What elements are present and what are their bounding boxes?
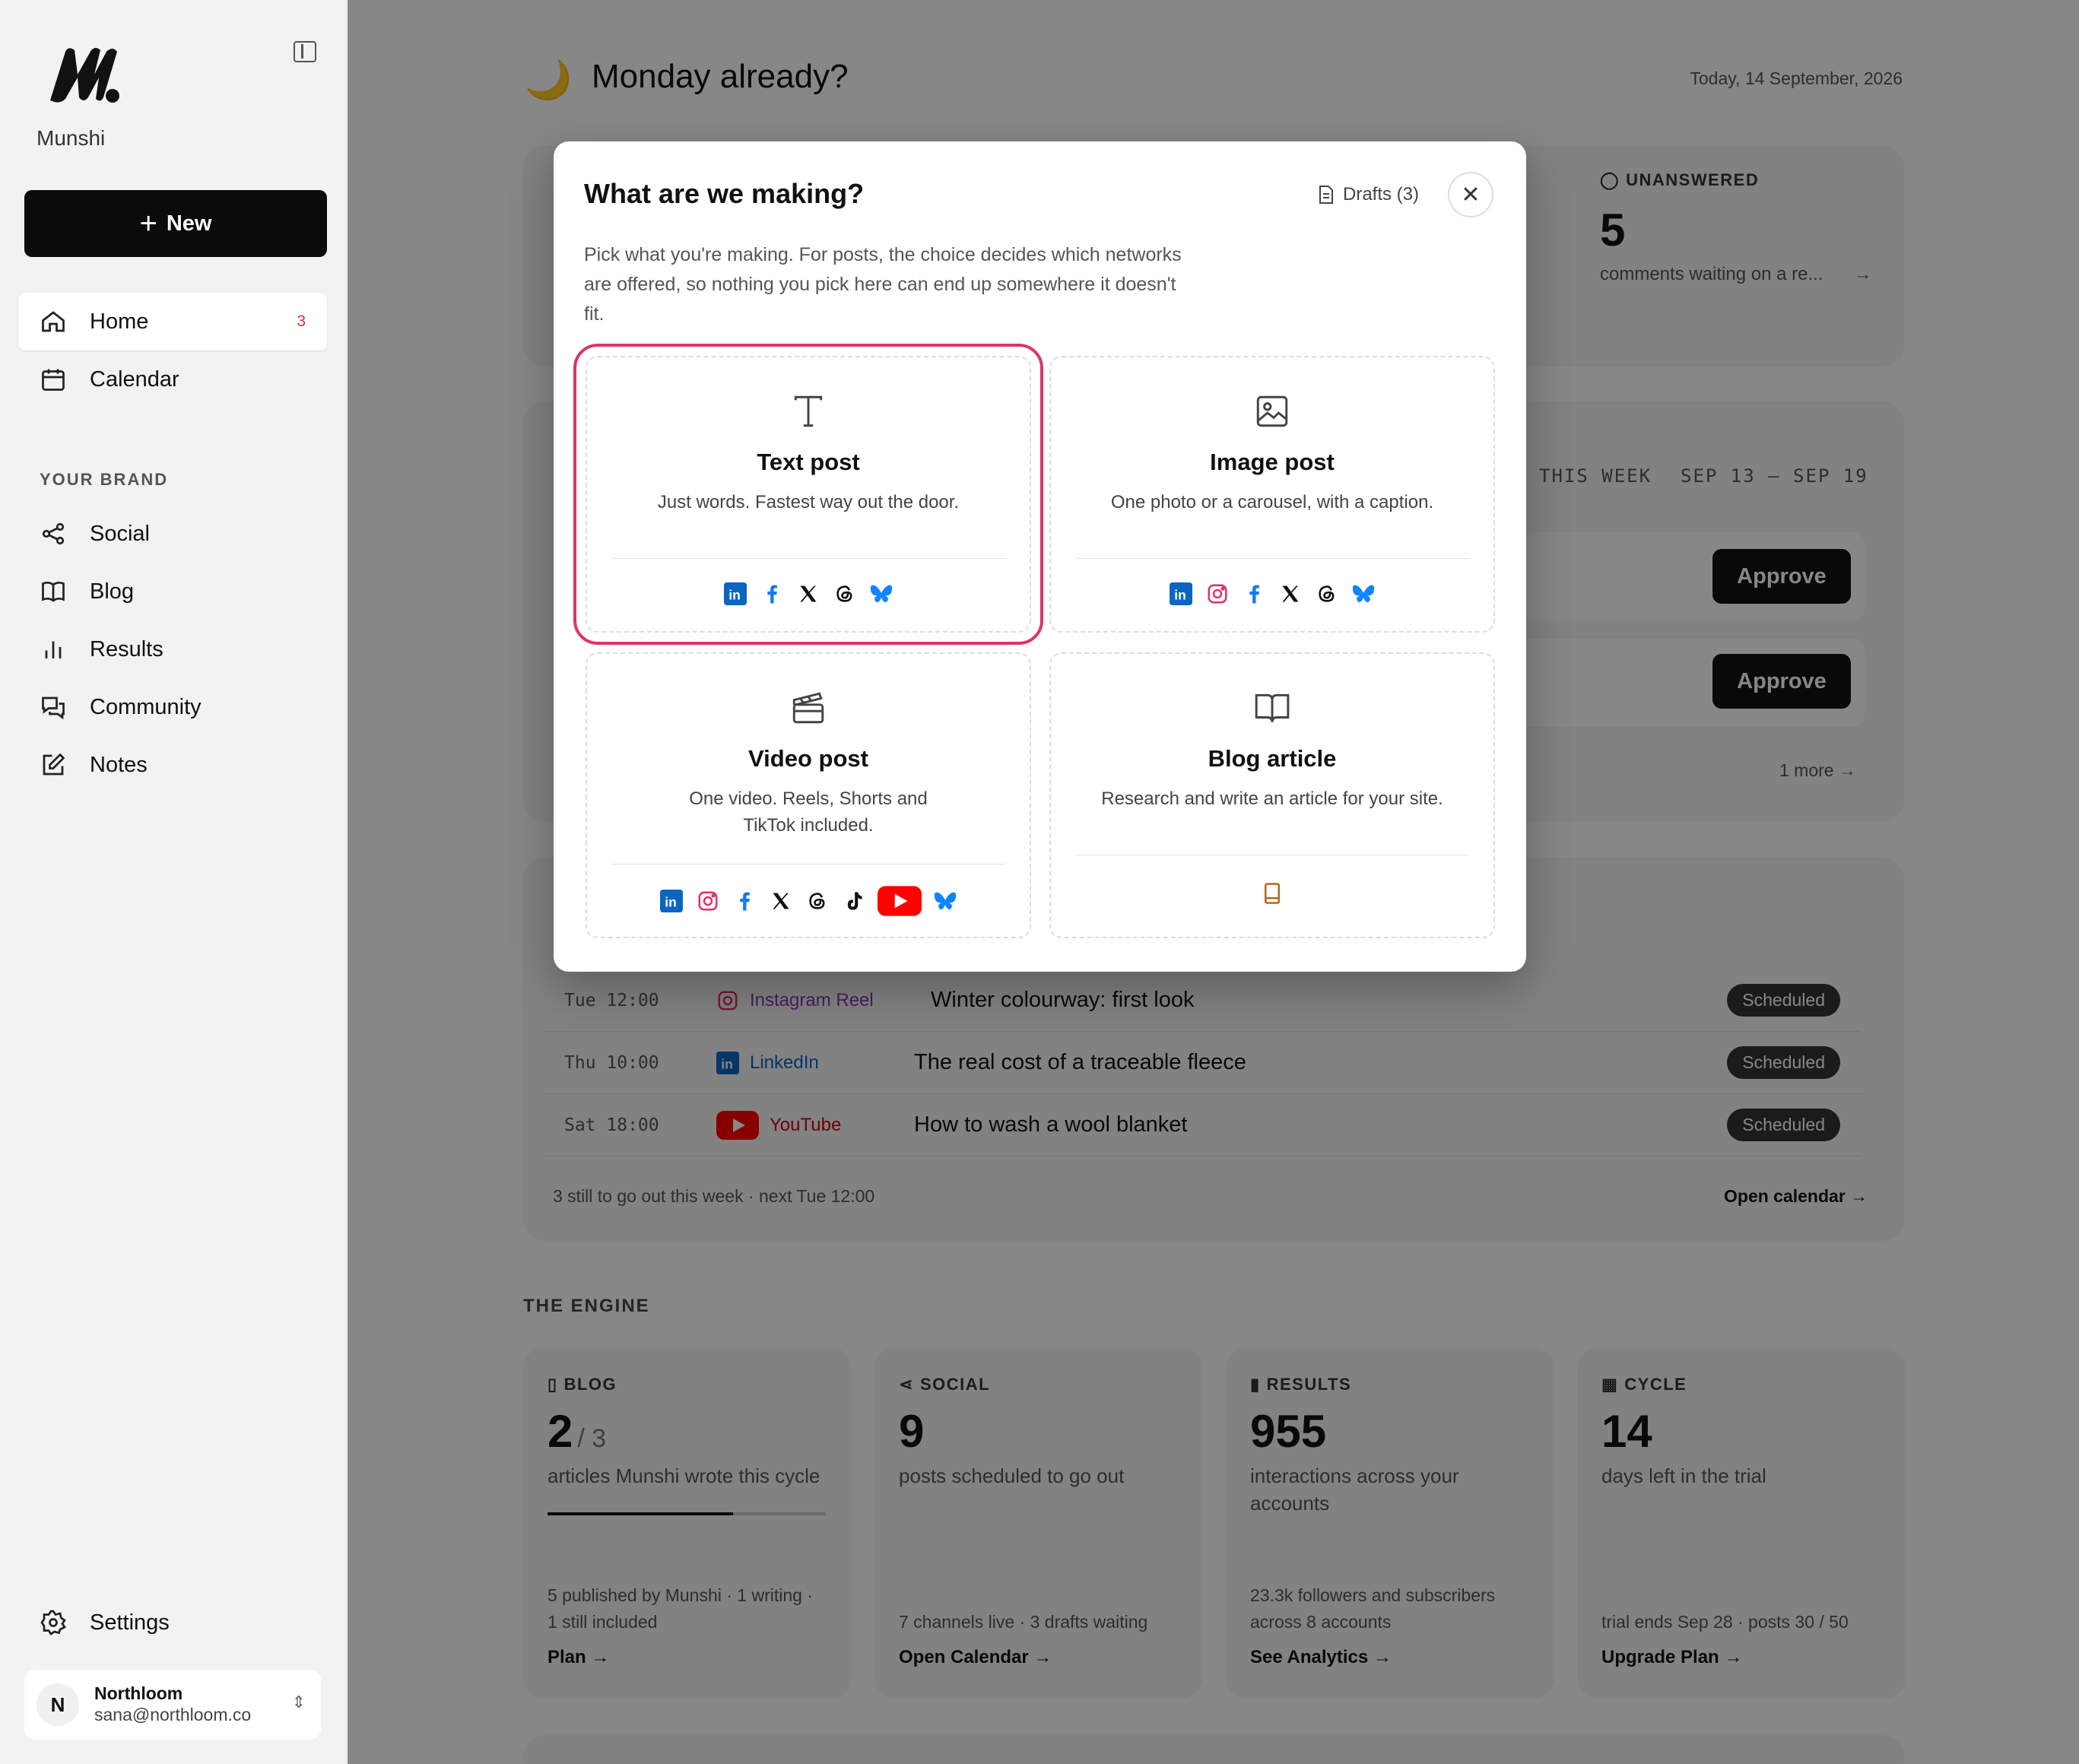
sidebar-item-notes[interactable]: Notes: [18, 736, 327, 794]
edit-icon: [43, 753, 65, 776]
linkedin-icon: in: [659, 888, 684, 914]
option-desc: One video. Reels, Shorts and TikTok incl…: [689, 788, 928, 836]
modal-description: Pick what you're making. For posts, the …: [584, 244, 1182, 325]
linkedin-icon: in: [1168, 581, 1194, 607]
image-icon: [1256, 395, 1288, 427]
svg-text:in: in: [665, 895, 677, 910]
threads-icon: [832, 581, 858, 607]
home-icon: [42, 311, 65, 332]
blog-icon: [1259, 880, 1285, 906]
home-badge: 3: [297, 313, 306, 330]
close-button[interactable]: ✕: [1448, 172, 1493, 217]
x-icon: [768, 888, 794, 914]
option-title: Image post: [1210, 449, 1335, 475]
chat-icon: [42, 696, 65, 720]
sidebar-item-label: Social: [90, 521, 150, 546]
sidebar-item-label: Results: [90, 636, 163, 662]
network-icons: [1051, 880, 1493, 906]
munshi-logo: [50, 48, 119, 103]
bluesky-icon: [932, 888, 958, 914]
instagram-icon: [695, 888, 721, 914]
clapperboard-icon: [792, 692, 824, 724]
account-switcher[interactable]: N Northloom sana@northloom.co ⇕: [24, 1670, 321, 1740]
instagram-icon: [1205, 581, 1230, 607]
app-root: Munshi + New Home 3 Calendar YOUR BRAND …: [0, 0, 2079, 1764]
plus-icon: +: [139, 207, 157, 240]
drafts-button[interactable]: Drafts (3): [1317, 184, 1419, 205]
network-icons: in: [587, 886, 1030, 916]
chevron-up-down-icon: ⇕: [291, 1693, 306, 1712]
sidebar-item-label: Settings: [90, 1610, 170, 1635]
book-icon: [42, 581, 65, 602]
brand-name: Munshi: [37, 126, 106, 150]
option-text-post[interactable]: Text post Just words. Fastest way out th…: [573, 344, 1043, 645]
sidebar-item-blog[interactable]: Blog: [18, 563, 327, 620]
option-desc: One photo or a carousel, with a caption.: [1110, 492, 1434, 512]
sidebar-item-home[interactable]: Home 3: [18, 293, 327, 351]
sidebar-item-label: Calendar: [90, 366, 179, 392]
section-label: YOUR BRAND: [40, 470, 169, 489]
document-icon: [1319, 186, 1333, 204]
divider: [1075, 558, 1469, 559]
divider: [611, 558, 1005, 559]
avatar: N: [37, 1683, 79, 1726]
divider: [611, 864, 1005, 865]
option-title: Video post: [748, 745, 868, 772]
collapse-sidebar-icon[interactable]: [294, 41, 316, 62]
bluesky-icon: [868, 581, 894, 607]
svg-text:in: in: [728, 588, 741, 603]
svg-text:in: in: [1174, 588, 1186, 603]
youtube-icon: [878, 886, 922, 916]
facebook-icon: [759, 581, 785, 607]
sidebar-item-label: Community: [90, 694, 202, 719]
bluesky-icon: [1351, 581, 1376, 607]
option-title: Text post: [757, 449, 860, 475]
text-icon: [794, 395, 823, 427]
bar-chart-icon: [45, 641, 62, 658]
new-button-label: New: [166, 211, 212, 236]
option-blog-article[interactable]: Blog article Research and write an artic…: [1049, 652, 1495, 938]
drafts-label: Drafts (3): [1343, 184, 1420, 205]
account-email: sana@northloom.co: [94, 1705, 252, 1724]
sidebar-item-community[interactable]: Community: [18, 678, 327, 736]
modal-title: What are we making?: [584, 178, 865, 209]
option-title: Blog article: [1208, 745, 1337, 772]
threads-icon: [805, 888, 830, 914]
tiktok-icon: [841, 888, 867, 914]
gear-icon: [40, 1610, 66, 1636]
share-icon: [42, 522, 65, 545]
account-name: Northloom: [94, 1683, 183, 1704]
option-video-post[interactable]: Video post One video. Reels, Shorts and …: [586, 652, 1031, 938]
sidebar-item-label: Home: [90, 309, 149, 334]
x-icon: [795, 581, 821, 607]
close-icon: ✕: [1461, 182, 1481, 208]
sidebar-item-calendar[interactable]: Calendar: [18, 351, 327, 408]
sidebar-item-label: Notes: [90, 752, 148, 777]
sidebar-item-social[interactable]: Social: [18, 505, 327, 563]
facebook-icon: [732, 888, 757, 914]
x-icon: [1278, 581, 1303, 607]
sidebar-item-results[interactable]: Results: [18, 620, 327, 678]
create-modal: What are we making? Drafts (3) ✕ Pick wh…: [554, 141, 1526, 972]
option-desc: Just words. Fastest way out the door.: [657, 492, 960, 512]
sidebar-item-settings[interactable]: Settings: [18, 1594, 327, 1651]
threads-icon: [1314, 581, 1340, 607]
facebook-icon: [1241, 581, 1267, 607]
sidebar: Munshi + New Home 3 Calendar YOUR BRAND …: [0, 0, 347, 1764]
option-desc: Research and write an article for your s…: [1101, 788, 1443, 809]
linkedin-icon: in: [722, 581, 748, 607]
new-button[interactable]: + New: [24, 190, 327, 257]
option-image-post[interactable]: Image post One photo or a carousel, with…: [1049, 356, 1495, 633]
network-icons: in: [1051, 581, 1493, 607]
calendar-icon: [42, 369, 65, 391]
book-open-icon: [1255, 693, 1290, 722]
sidebar-item-label: Blog: [90, 579, 135, 604]
network-icons: in: [587, 581, 1030, 607]
